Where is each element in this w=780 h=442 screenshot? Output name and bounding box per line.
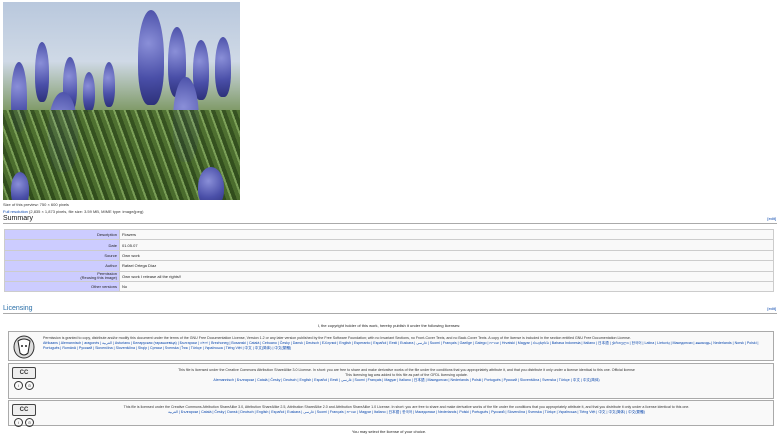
licensing-edit-link[interactable]: [edit] — [767, 306, 776, 311]
cc-logo-icon: CC i ⊙ — [12, 404, 36, 428]
gfdl-language-links[interactable]: Afrikaans | Alemannisch | aragonés | الع… — [43, 341, 770, 351]
gnu-logo-icon — [12, 335, 36, 359]
table-row: Other versions No — [4, 280, 774, 293]
table-row: Date 01.05.07 — [4, 239, 774, 251]
cc-multi-license-box: CC i ⊙ This file is licensed under the Cr… — [8, 400, 774, 428]
cc30-language-links[interactable]: Alemannisch | Български | Català | Česky… — [43, 378, 770, 383]
file-info: Full resolution (2,835 × 1,873 pixels, f… — [3, 209, 143, 214]
table-row: Source Own work — [4, 249, 774, 262]
license-choice-note: You may select the license of your choic… — [351, 429, 427, 434]
table-row: Permission (Reusing this image) Own work … — [4, 270, 774, 282]
summary-table: Description Flowers Date 01.05.07 Source Ow… — [4, 228, 774, 293]
preview-caption: Size of this preview: 750 × 600 pixels — [3, 202, 69, 207]
summary-heading: Summary — [3, 215, 777, 224]
file-details: (2,835 × 1,873 pixels, file size: 3.59 M… — [29, 209, 144, 214]
table-row: Author Rafael Ortega Díaz — [4, 260, 774, 272]
table-row: Description Flowers — [4, 228, 774, 241]
cc-by-sa-3-license-box: CC i ⊙ This file is licensed under the Cr… — [8, 363, 774, 399]
gfdl-license-box: Permission is granted to copy, distribut… — [8, 331, 774, 361]
cc-multi-language-links[interactable]: العربية | Български | Català | Česky | D… — [43, 410, 770, 415]
preview-image[interactable] — [3, 2, 240, 200]
licensing-heading: Licensing — [3, 305, 777, 314]
licensing-intro: I, the copyright holder of this work, he… — [317, 323, 461, 328]
summary-edit-link[interactable]: [edit] — [767, 216, 776, 221]
full-resolution-link[interactable]: Full resolution — [3, 209, 28, 214]
cc-logo-icon: CC i ⊙ — [12, 367, 36, 391]
